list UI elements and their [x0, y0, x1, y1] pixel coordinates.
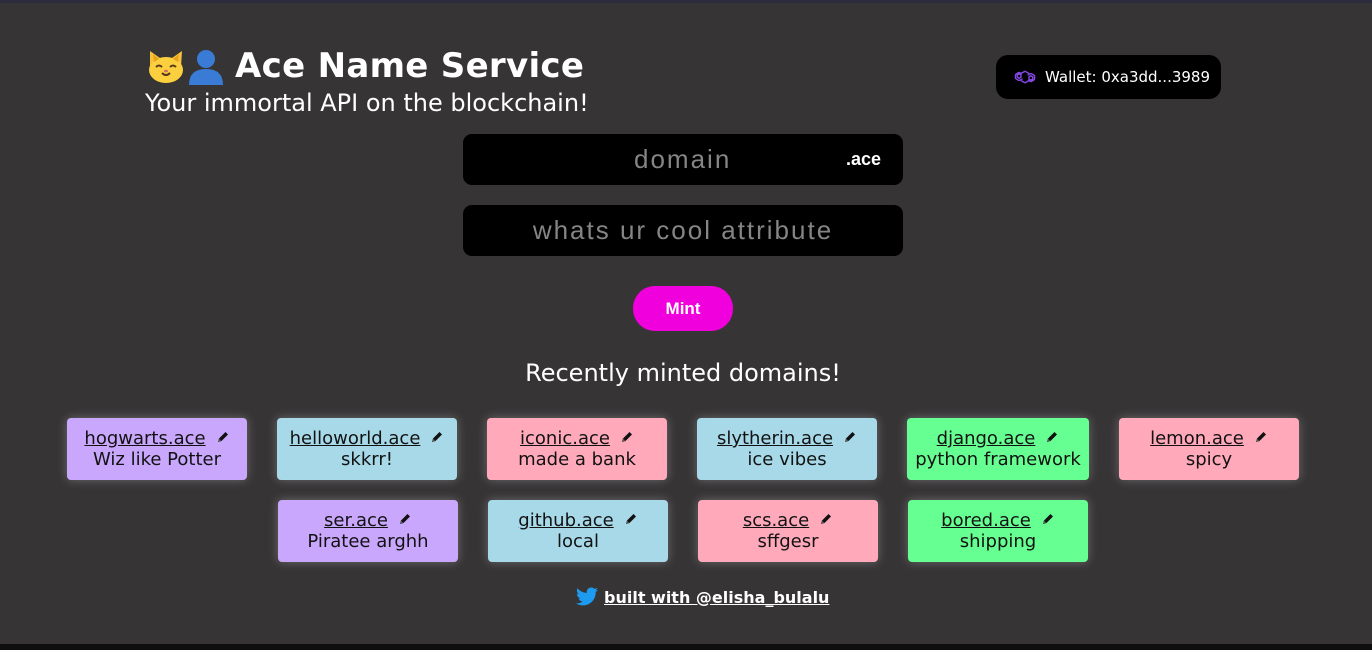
pencil-icon[interactable]: [620, 430, 634, 444]
domain-card: helloworld.ace skkrr!: [277, 418, 457, 480]
title-row: Ace Name Service: [145, 44, 589, 88]
wallet-address: Wallet: 0xa3dd...3989: [1045, 68, 1211, 86]
domain-card: bored.ace shipping: [908, 500, 1088, 562]
pencil-icon[interactable]: [398, 512, 412, 526]
domain-link[interactable]: scs.ace: [743, 510, 809, 531]
domain-input[interactable]: domain .ace: [463, 134, 903, 185]
pencil-icon[interactable]: [1254, 430, 1268, 444]
domain-attribute: python framework: [915, 449, 1081, 470]
author-link[interactable]: built with @elisha_bulalu: [604, 588, 829, 607]
recent-domains-title: Recently minted domains!: [525, 359, 841, 387]
twitter-icon: [576, 587, 598, 606]
pencil-icon[interactable]: [216, 430, 230, 444]
domain-link[interactable]: lemon.ace: [1150, 428, 1244, 449]
domain-link[interactable]: github.ace: [518, 510, 613, 531]
app-subtitle: Your immortal API on the blockchain!: [145, 89, 589, 117]
domain-card: hogwarts.ace Wiz like Potter: [67, 418, 247, 480]
domain-attribute: local: [557, 531, 599, 552]
domain-attribute: skkrr!: [341, 449, 393, 470]
domain-placeholder: domain: [634, 144, 732, 174]
polygon-icon: [1014, 70, 1036, 84]
pencil-icon[interactable]: [819, 512, 833, 526]
top-border: [0, 0, 1372, 3]
domain-attribute: made a bank: [518, 449, 636, 470]
domain-link[interactable]: helloworld.ace: [290, 428, 421, 449]
attribute-input[interactable]: whats ur cool attribute: [463, 205, 903, 256]
pencil-icon[interactable]: [624, 512, 638, 526]
domain-attribute: ice vibes: [747, 449, 827, 470]
pencil-icon[interactable]: [1041, 512, 1055, 526]
domain-link[interactable]: django.ace: [937, 428, 1036, 449]
domain-attribute: Wiz like Potter: [93, 449, 221, 470]
pencil-icon[interactable]: [843, 430, 857, 444]
domain-attribute: spicy: [1185, 449, 1233, 470]
domain-attribute: sffgesr: [757, 531, 819, 552]
domain-attribute: Piratee arghh: [307, 531, 429, 552]
mint-button[interactable]: Mint: [633, 286, 733, 331]
domain-card: slytherin.ace ice vibes: [697, 418, 877, 480]
pencil-icon[interactable]: [1045, 430, 1059, 444]
app-title: Ace Name Service: [235, 46, 585, 86]
domain-attribute: shipping: [959, 531, 1037, 552]
domain-card: iconic.ace made a bank: [487, 418, 667, 480]
domain-link[interactable]: bored.ace: [941, 510, 1031, 531]
domain-link[interactable]: slytherin.ace: [717, 428, 833, 449]
cat-face-icon: [149, 51, 183, 83]
footer: built with @elisha_bulalu: [574, 585, 829, 609]
domain-card: scs.ace sffgesr: [698, 500, 878, 562]
domain-link[interactable]: ser.ace: [324, 510, 388, 531]
user-silhouette-icon: [189, 50, 223, 85]
attribute-placeholder: whats ur cool attribute: [532, 215, 834, 245]
pencil-icon[interactable]: [430, 430, 444, 444]
bottom-border: [0, 644, 1372, 650]
domain-link[interactable]: iconic.ace: [520, 428, 610, 449]
domain-card: ser.ace Piratee arghh: [278, 500, 458, 562]
domain-card: lemon.ace spicy: [1119, 418, 1299, 480]
app-header: Ace Name Service Your immortal API on th…: [145, 44, 589, 117]
domain-suffix: .ace: [845, 149, 881, 169]
domain-card: django.ace python framework: [907, 418, 1089, 480]
wallet-badge[interactable]: Wallet: 0xa3dd...3989: [996, 55, 1221, 99]
domain-link[interactable]: hogwarts.ace: [84, 428, 205, 449]
domain-card: github.ace local: [488, 500, 668, 562]
